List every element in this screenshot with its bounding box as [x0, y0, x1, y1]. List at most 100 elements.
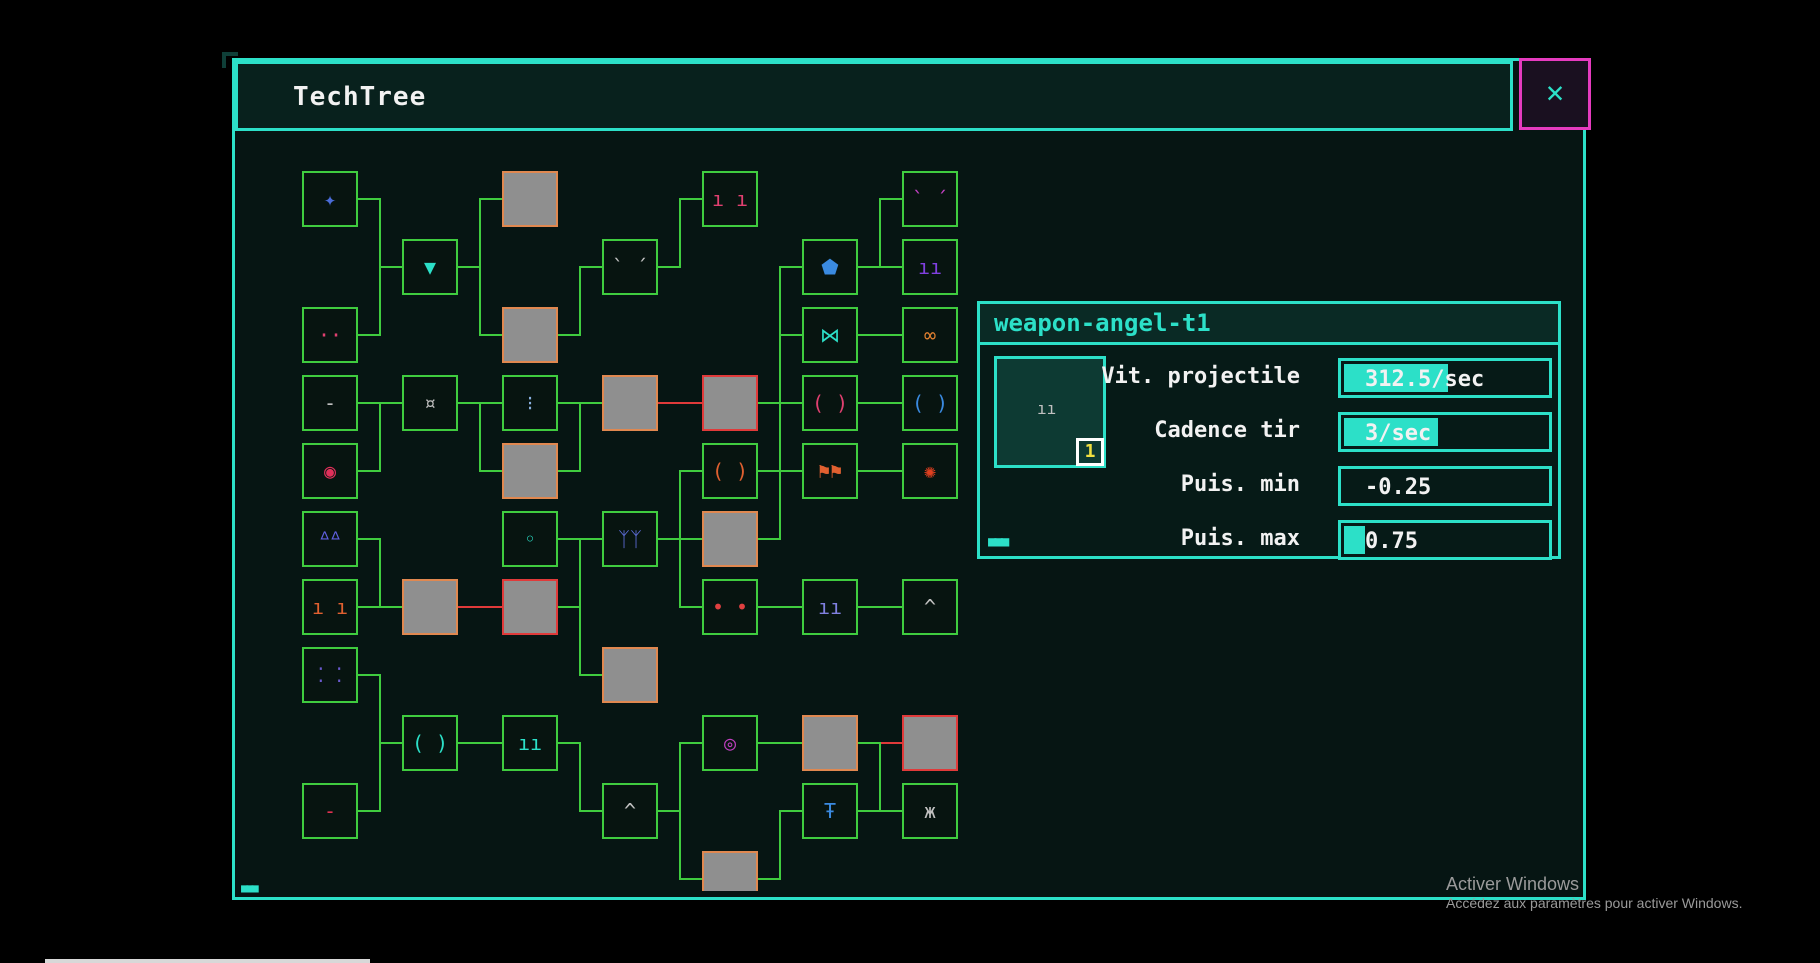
tech-node-n38[interactable]: Ŧ [802, 783, 858, 839]
tech-link [358, 266, 402, 336]
tech-node-n23[interactable] [602, 647, 658, 703]
tech-node-n15[interactable]: ⁝ [502, 375, 558, 431]
upgrade-sprite-icon: ` ´ [611, 255, 649, 279]
tech-node-n44[interactable]: ^ [902, 579, 958, 635]
upgrade-sprite-icon: ` ´ [911, 187, 949, 211]
tech-node-n9[interactable]: ▼ [402, 239, 458, 295]
upgrade-info-panel: weapon-angel-t1 ıı 1 Vit. projectile 312… [977, 301, 1561, 560]
stat-label: Puis. max [1180, 526, 1300, 551]
tech-link [358, 198, 402, 268]
tech-node-n6[interactable]: ı ı [302, 579, 358, 635]
upgrade-level-badge: 1 [1076, 438, 1104, 466]
tech-link [358, 742, 402, 812]
upgrade-sprite-icon: ◉ [323, 459, 337, 483]
tech-node-n20[interactable]: ` ´ [602, 239, 658, 295]
tech-node-n4[interactable]: ◉ [302, 443, 358, 499]
tech-link [858, 198, 902, 268]
upgrade-sprite-icon: ıı [517, 731, 543, 755]
tech-node-n37[interactable] [802, 715, 858, 771]
tech-tree-canvas[interactable]: ✦ ·· - ◉ ᐞᐞ ı ı ⁚ ⁚ - ▼ ¤ ( ) ⁝ ◦ ıı ` ´ ᛉᛉ ^ ı ı ( ) • • ◎ ⬟… [302, 171, 962, 891]
tech-node-n43[interactable]: ✺ [902, 443, 958, 499]
stat-value: 3/sec [1365, 421, 1432, 446]
tech-node-n13[interactable] [502, 171, 558, 227]
tech-node-n19[interactable]: ıı [502, 715, 558, 771]
tech-node-n31[interactable] [702, 851, 758, 891]
stat-bar-fill [1344, 526, 1365, 554]
tech-node-n21[interactable] [602, 375, 658, 431]
close-button[interactable]: ✕ [1519, 58, 1591, 130]
tech-node-n7[interactable]: ⁚ ⁚ [302, 647, 358, 703]
tech-node-n35[interactable]: ⚑⚑ [802, 443, 858, 499]
stat-power-min: Puis. min -0.25 [1110, 466, 1552, 506]
tech-node-n27[interactable]: ( ) [702, 443, 758, 499]
tech-node-n3[interactable]: - [302, 375, 358, 431]
tech-node-n41[interactable]: ∞ [902, 307, 958, 363]
tech-link [658, 742, 702, 812]
stat-label: Puis. min [1180, 472, 1300, 497]
tech-link [558, 538, 602, 608]
tech-link [758, 334, 802, 404]
upgrade-sprite-icon: - [323, 799, 337, 823]
tech-node-n25[interactable]: ı ı [702, 171, 758, 227]
upgrade-sprite-icon: ¤ [423, 391, 437, 415]
upgrade-sprite-icon: ^ [923, 595, 937, 619]
stat-fire-rate: Cadence tir 3/sec [1110, 412, 1552, 452]
stat-label: Cadence tir [1154, 418, 1300, 443]
upgrade-sprite-icon: ( ) [911, 391, 949, 415]
tech-node-n32[interactable]: ⬟ [802, 239, 858, 295]
tech-link [358, 402, 402, 472]
tech-node-n26[interactable] [702, 375, 758, 431]
stat-value-box: 0.75 [1338, 520, 1552, 560]
tech-link [758, 470, 802, 540]
tech-node-n42[interactable]: ( ) [902, 375, 958, 431]
upgrade-name: weapon-angel-t1 [994, 309, 1211, 337]
panel-corner-dots: ■■■ [988, 534, 1009, 550]
upgrade-sprite-icon: ✺ [923, 459, 937, 483]
tech-node-n33[interactable]: ⋈ [802, 307, 858, 363]
tech-node-n2[interactable]: ·· [302, 307, 358, 363]
tech-node-n45[interactable] [902, 715, 958, 771]
upgrade-sprite-icon: ıı [817, 595, 843, 619]
watermark-subtitle: Accédez aux paramètres pour activer Wind… [1446, 895, 1743, 911]
tech-node-n28[interactable] [702, 511, 758, 567]
upgrade-sprite-icon: ∞ [923, 323, 937, 347]
upgrade-sprite-icon: ▼ [423, 255, 437, 279]
tech-node-n40[interactable]: ıı [902, 239, 958, 295]
tech-node-n10[interactable]: ¤ [402, 375, 458, 431]
upgrade-sprite-icon: ⋈ [820, 323, 840, 347]
tech-node-n22[interactable]: ᛉᛉ [602, 511, 658, 567]
tech-node-n18[interactable] [502, 579, 558, 635]
tech-node-n30[interactable]: ◎ [702, 715, 758, 771]
tech-node-n46[interactable]: ж [902, 783, 958, 839]
tech-node-n24[interactable]: ^ [602, 783, 658, 839]
tech-node-n39[interactable]: ` ´ [902, 171, 958, 227]
tech-node-n5[interactable]: ᐞᐞ [302, 511, 358, 567]
window-titlebar: TechTree [235, 61, 1513, 131]
tech-node-n1[interactable]: ✦ [302, 171, 358, 227]
tech-node-n29[interactable]: • • [702, 579, 758, 635]
tech-node-n14[interactable] [502, 307, 558, 363]
upgrade-sprite-icon: ᛉᛉ [618, 527, 642, 551]
tech-link [658, 810, 702, 880]
tech-node-n11[interactable] [402, 579, 458, 635]
upgrade-sprite-icon: ı ı [711, 187, 749, 211]
window-title: TechTree [293, 82, 427, 112]
tech-node-n34[interactable]: ( ) [802, 375, 858, 431]
upgrade-sprite-icon: ᐞᐞ [319, 527, 341, 551]
tech-node-n16[interactable] [502, 443, 558, 499]
upgrade-sprite-icon: ⁚ ⁚ [317, 663, 343, 687]
upgrade-sprite-icon: ·· [317, 323, 343, 347]
stat-value: -0.25 [1365, 475, 1432, 500]
tech-link [758, 402, 802, 472]
upgrade-sprite-icon: ı ı [311, 595, 349, 619]
stat-value-box: 3/sec [1338, 412, 1552, 452]
tech-node-n12[interactable]: ( ) [402, 715, 458, 771]
upgrade-sprite-icon: ж [923, 799, 937, 823]
tech-node-n8[interactable]: - [302, 783, 358, 839]
stat-value-box: -0.25 [1338, 466, 1552, 506]
tech-link [858, 742, 902, 812]
upgrade-sprite-icon: - [323, 391, 337, 415]
tech-node-n36[interactable]: ıı [802, 579, 858, 635]
tech-link [658, 198, 702, 268]
tech-node-n17[interactable]: ◦ [502, 511, 558, 567]
